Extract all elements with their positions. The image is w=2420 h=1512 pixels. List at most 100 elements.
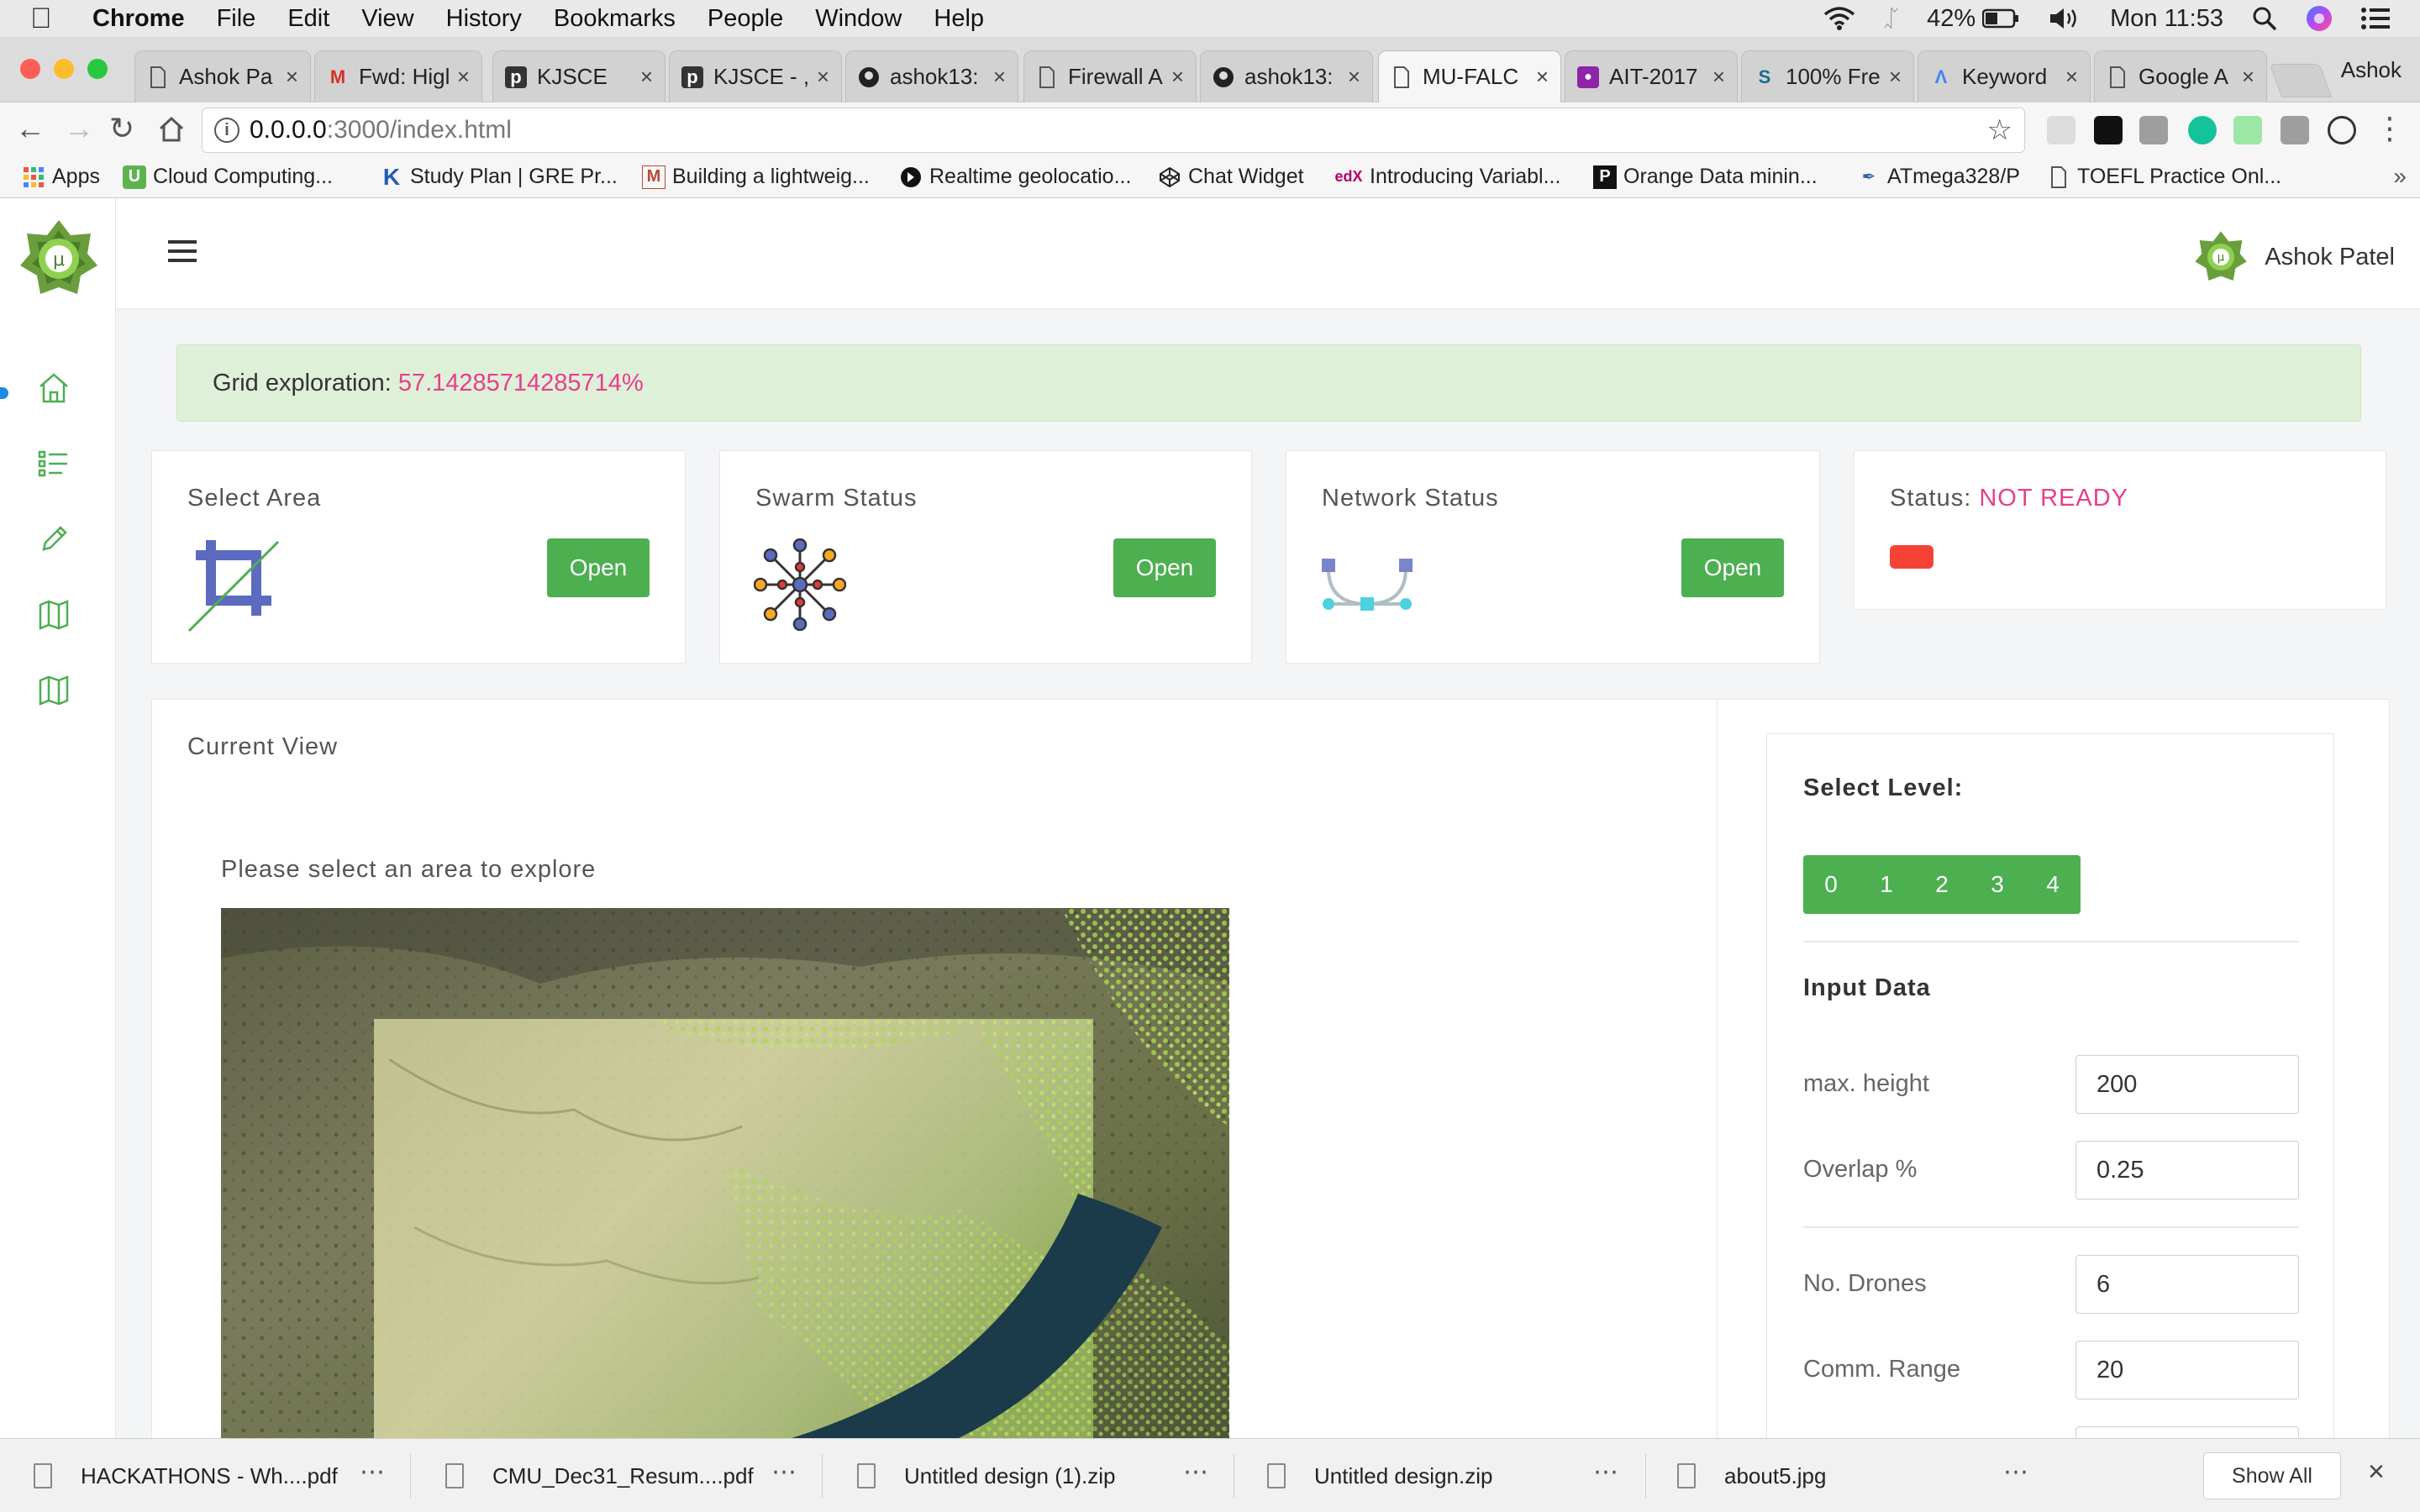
forward-arrow-icon[interactable]: → xyxy=(64,111,94,146)
close-icon[interactable]: × xyxy=(2242,64,2254,90)
close-icon[interactable]: × xyxy=(286,64,298,90)
menu-window[interactable]: Window xyxy=(815,5,902,33)
download-item[interactable]: Untitled design (1).zip xyxy=(857,1439,1115,1512)
browser-tab[interactable]: Λ Keyword × xyxy=(1918,50,2091,102)
bookmark-star-icon[interactable]: ☆ xyxy=(1987,113,2012,147)
level-0-button[interactable]: 0 xyxy=(1803,855,1859,914)
close-icon[interactable]: × xyxy=(1889,64,1902,90)
home-icon[interactable] xyxy=(35,370,72,407)
level-2-button[interactable]: 2 xyxy=(1914,855,1970,914)
extension-grammarly-icon[interactable] xyxy=(2188,116,2217,144)
close-icon[interactable]: × xyxy=(817,64,829,90)
site-info-icon[interactable]: i xyxy=(214,118,239,143)
close-icon[interactable]: × xyxy=(457,64,470,90)
swarm-status-open-button[interactable]: Open xyxy=(1113,538,1216,597)
extension-audio-icon[interactable] xyxy=(2233,116,2262,144)
menu-edit[interactable]: Edit xyxy=(287,5,329,33)
map-icon[interactable] xyxy=(35,596,72,633)
download-item[interactable]: HACKATHONS - Wh....pdf xyxy=(34,1439,338,1512)
menu-people[interactable]: People xyxy=(708,5,783,33)
extension-camera-icon[interactable] xyxy=(2139,116,2168,144)
menu-bookmarks[interactable]: Bookmarks xyxy=(554,5,676,33)
menu-app-name[interactable]: Chrome xyxy=(92,5,185,33)
spotlight-search-icon[interactable] xyxy=(2252,6,2277,31)
terrain-map-view[interactable] xyxy=(221,908,1229,1438)
close-icon[interactable]: × xyxy=(640,64,653,90)
level-3-button[interactable]: 3 xyxy=(1970,855,2025,914)
brand-logo-icon[interactable]: μ xyxy=(18,218,99,299)
profile-name[interactable]: Ashok xyxy=(2341,57,2402,83)
user-menu[interactable]: μ Ashok Patel xyxy=(2194,230,2395,284)
list-icon[interactable] xyxy=(35,445,72,482)
download-options-icon[interactable]: ⋯ xyxy=(1593,1457,1618,1487)
back-arrow-icon[interactable]: ← xyxy=(15,111,45,146)
network-status-open-button[interactable]: Open xyxy=(1681,538,1784,597)
chrome-menu-icon[interactable]: ⋮ xyxy=(2375,111,2405,146)
extension-pocket-icon[interactable] xyxy=(2094,116,2123,144)
overlap-input[interactable]: 0.25 xyxy=(2075,1141,2299,1200)
browser-tab[interactable]: S 100% Fre × xyxy=(1741,50,1914,102)
browser-tab[interactable]: Google A × xyxy=(2094,50,2267,102)
browser-tab[interactable]: Ashok Pa × xyxy=(134,50,311,102)
browser-tab[interactable]: ashok13: × xyxy=(845,50,1018,102)
map-icon[interactable] xyxy=(35,672,72,709)
clock[interactable]: Mon 11:53 xyxy=(2110,5,2223,33)
reload-icon[interactable]: ↻ xyxy=(109,111,134,146)
bookmark-item[interactable]: U Cloud Computing... xyxy=(123,165,333,189)
next-field-input[interactable] xyxy=(2075,1426,2299,1438)
extension-shield-icon[interactable] xyxy=(2281,116,2309,144)
download-item[interactable]: Untitled design.zip xyxy=(1267,1439,1492,1512)
download-options-icon[interactable]: ⋯ xyxy=(771,1457,797,1487)
bookmark-apps[interactable]: Apps xyxy=(22,165,100,189)
close-icon[interactable]: × xyxy=(2065,64,2078,90)
download-item[interactable]: about5.jpg xyxy=(1677,1439,1826,1512)
extension-cast-icon[interactable] xyxy=(2047,116,2075,144)
bluetooth-icon[interactable]: ᛢ xyxy=(1884,5,1898,32)
no-drones-input[interactable]: 6 xyxy=(2075,1255,2299,1314)
max-height-input[interactable]: 200 xyxy=(2075,1055,2299,1114)
close-icon[interactable]: × xyxy=(2368,1456,2385,1488)
browser-tab[interactable]: Firewall A × xyxy=(1023,50,1197,102)
close-icon[interactable]: × xyxy=(1712,64,1725,90)
level-4-button[interactable]: 4 xyxy=(2025,855,2081,914)
browser-tab[interactable]: p KJSCE - , × xyxy=(669,50,842,102)
close-icon[interactable]: × xyxy=(1348,64,1360,90)
close-icon[interactable]: × xyxy=(993,64,1006,90)
browser-tab-active[interactable]: MU-FALC × xyxy=(1378,50,1561,102)
bookmark-item[interactable]: TOEFL Practice Onl... xyxy=(2047,165,2281,189)
bookmark-item[interactable]: M Building a lightweig... xyxy=(642,165,870,189)
menu-view[interactable]: View xyxy=(361,5,413,33)
siri-icon[interactable] xyxy=(2306,5,2333,32)
window-close-button[interactable] xyxy=(20,59,40,79)
notification-center-icon[interactable] xyxy=(2361,7,2390,30)
wifi-icon[interactable] xyxy=(1823,6,1855,31)
download-options-icon[interactable]: ⋯ xyxy=(360,1457,385,1487)
select-area-open-button[interactable]: Open xyxy=(547,538,650,597)
browser-tab[interactable]: ● AIT-2017 × xyxy=(1565,50,1738,102)
menu-file[interactable]: File xyxy=(217,5,256,33)
apple-icon[interactable]:  xyxy=(30,3,81,35)
bookmark-item[interactable]: P Orange Data minin... xyxy=(1593,165,1818,189)
download-options-icon[interactable]: ⋯ xyxy=(2003,1457,2028,1487)
comm-range-input[interactable]: 20 xyxy=(2075,1341,2299,1399)
bookmark-item[interactable]: Chat Widget xyxy=(1158,165,1304,189)
browser-tab[interactable]: p KJSCE × xyxy=(492,50,666,102)
browser-tab[interactable]: ashok13: × xyxy=(1200,50,1373,102)
address-bar[interactable]: i 0.0.0.0:3000/index.html ☆ xyxy=(202,108,2025,153)
hamburger-menu-icon[interactable] xyxy=(168,239,197,264)
battery-indicator[interactable]: 42% xyxy=(1927,5,2019,33)
level-1-button[interactable]: 1 xyxy=(1859,855,1914,914)
bookmarks-overflow-chevron-icon[interactable]: » xyxy=(2393,163,2407,190)
download-options-icon[interactable]: ⋯ xyxy=(1183,1457,1208,1487)
bookmark-item[interactable]: edX Introducing Variabl... xyxy=(1334,165,1560,189)
menu-help[interactable]: Help xyxy=(934,5,984,33)
close-icon[interactable]: × xyxy=(1171,64,1184,90)
close-icon[interactable]: × xyxy=(1536,64,1549,90)
bookmark-item[interactable]: K Study Plan | GRE Pr... xyxy=(380,164,618,190)
browser-tab[interactable]: M Fwd: Higl × xyxy=(314,50,482,102)
pencil-icon[interactable] xyxy=(35,521,72,558)
extension-link-icon[interactable] xyxy=(2328,116,2356,144)
home-icon[interactable] xyxy=(158,116,185,143)
bookmark-item[interactable]: Realtime geolocatio... xyxy=(899,165,1131,189)
download-item[interactable]: CMU_Dec31_Resum....pdf xyxy=(445,1439,754,1512)
